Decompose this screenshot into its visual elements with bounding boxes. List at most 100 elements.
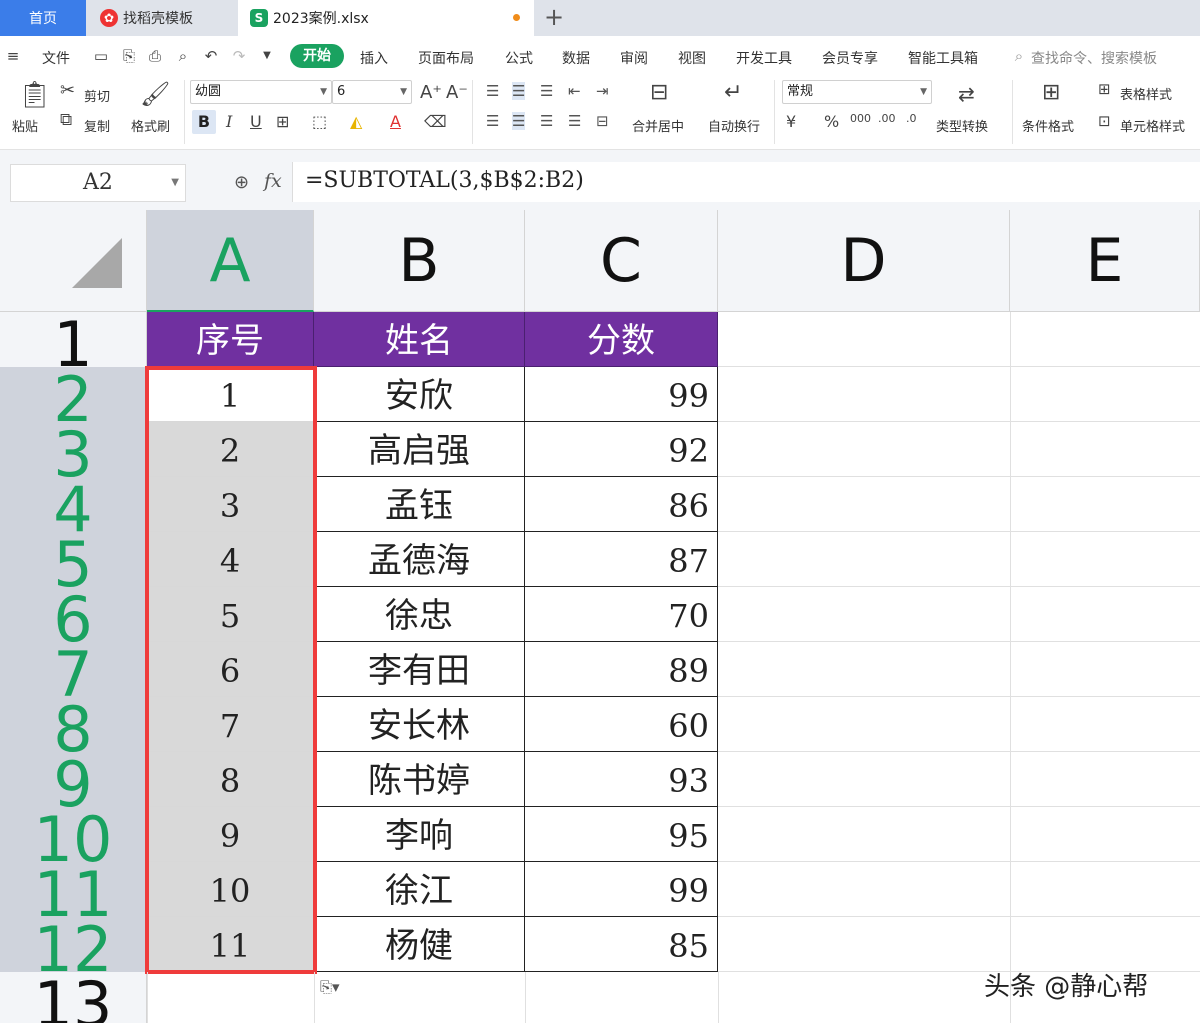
cell-score[interactable]: 60 bbox=[525, 697, 718, 752]
align-left-icon[interactable]: ☰ bbox=[486, 112, 499, 130]
row-header-12[interactable]: 12 bbox=[0, 917, 147, 972]
formula-input[interactable]: =SUBTOTAL(3,$B$2:B2) bbox=[292, 162, 1200, 202]
conditional-format-button[interactable]: 条件格式 bbox=[1022, 116, 1074, 135]
eraser-icon[interactable]: ⌫ bbox=[424, 112, 447, 131]
cell-sequence[interactable]: 9 bbox=[147, 807, 314, 862]
menu-smart-tools[interactable]: 智能工具箱 bbox=[908, 48, 978, 68]
currency-icon[interactable]: ¥ bbox=[786, 112, 796, 131]
paste-icon[interactable]: 📋︎ bbox=[18, 80, 51, 110]
underline-icon[interactable]: U bbox=[250, 112, 262, 131]
fx-icon[interactable]: fx bbox=[264, 170, 282, 192]
align-center-icon[interactable]: ☰ bbox=[512, 112, 526, 130]
header-cell[interactable]: 分数 bbox=[525, 312, 718, 367]
italic-icon[interactable]: I bbox=[226, 112, 232, 131]
cell-score[interactable]: 86 bbox=[525, 477, 718, 532]
cell-sequence[interactable]: 7 bbox=[147, 697, 314, 752]
redo-icon[interactable]: ↷ bbox=[230, 47, 248, 65]
print-preview-icon[interactable]: ⌕ bbox=[174, 47, 192, 65]
cell-sequence[interactable]: 5 bbox=[147, 587, 314, 642]
align-middle-icon[interactable]: ☰ bbox=[512, 82, 526, 100]
bold-button[interactable]: B bbox=[192, 110, 216, 134]
wrap-text-button[interactable]: 自动换行 bbox=[708, 116, 760, 135]
convert-type-button[interactable]: 类型转换 bbox=[936, 116, 988, 135]
row-header-5[interactable]: 5 bbox=[0, 532, 147, 587]
cell-score[interactable]: 70 bbox=[525, 587, 718, 642]
row-header-6[interactable]: 6 bbox=[0, 587, 147, 642]
percent-icon[interactable]: % bbox=[824, 112, 839, 131]
cell-score[interactable]: 87 bbox=[525, 532, 718, 587]
increase-decimal-icon[interactable]: .00 bbox=[878, 112, 896, 125]
menu-formula[interactable]: 公式 bbox=[505, 48, 533, 68]
cell-score[interactable]: 99 bbox=[525, 862, 718, 917]
border-icon[interactable]: ⊞ bbox=[276, 112, 289, 131]
increase-font-icon[interactable]: A⁺ bbox=[420, 82, 442, 103]
fill-color-icon[interactable]: ◭ bbox=[350, 112, 362, 131]
cell-name[interactable]: 安欣 bbox=[314, 367, 525, 422]
cell-name[interactable]: 李响 bbox=[314, 807, 525, 862]
cell-sequence[interactable]: 2 bbox=[147, 422, 314, 477]
distribute-icon[interactable]: ⊟ bbox=[596, 112, 609, 130]
spreadsheet-grid[interactable]: ABCDE 1 2 3 4 5 6 7 8 9 10 11 12 13 序号 姓名 分数 1 安欣 99 2 高启强 9… bbox=[0, 210, 1200, 1023]
command-search[interactable]: 查找命令、搜索模板 bbox=[1031, 48, 1157, 68]
save-icon[interactable]: ▭ bbox=[92, 47, 110, 65]
cell-name[interactable]: 徐忠 bbox=[314, 587, 525, 642]
convert-icon[interactable]: ⇄ bbox=[958, 82, 975, 106]
cell-sequence[interactable]: 4 bbox=[147, 532, 314, 587]
row-header-2[interactable]: 2 bbox=[0, 367, 147, 422]
undo-icon[interactable]: ↶ bbox=[202, 47, 220, 65]
menu-member[interactable]: 会员专享 bbox=[822, 48, 878, 68]
decrease-font-icon[interactable]: A⁻ bbox=[446, 82, 468, 103]
cell-score[interactable]: 93 bbox=[525, 752, 718, 807]
font-size-select[interactable]: 6 ▼ bbox=[332, 80, 412, 104]
print-icon[interactable]: ⎙ bbox=[146, 47, 164, 65]
format-painter-button[interactable]: 格式刷 bbox=[131, 116, 170, 135]
cell-score[interactable]: 95 bbox=[525, 807, 718, 862]
cell-score[interactable]: 89 bbox=[525, 642, 718, 697]
align-top-icon[interactable]: ☰ bbox=[486, 82, 499, 100]
cut-button[interactable]: 剪切 bbox=[84, 86, 110, 105]
row-header-10[interactable]: 10 bbox=[0, 807, 147, 862]
cell-name[interactable]: 杨健 bbox=[314, 917, 525, 972]
column-header-d[interactable]: D bbox=[718, 210, 1010, 312]
copy-button[interactable]: 复制 bbox=[84, 116, 110, 135]
cell-style-button[interactable]: 单元格样式 bbox=[1120, 116, 1185, 135]
new-tab-button[interactable]: + bbox=[544, 3, 564, 31]
column-header-c[interactable]: C bbox=[525, 210, 718, 312]
fill-format-icon[interactable]: ⬚ bbox=[312, 112, 327, 131]
row-header-13[interactable]: 13 bbox=[0, 972, 147, 1023]
scissors-icon[interactable]: ✂ bbox=[60, 80, 75, 101]
menu-data[interactable]: 数据 bbox=[562, 48, 590, 68]
thousands-icon[interactable]: 000 bbox=[850, 112, 871, 125]
header-cell[interactable]: 姓名 bbox=[314, 312, 525, 367]
row-header-1[interactable]: 1 bbox=[0, 312, 147, 367]
header-cell[interactable]: 序号 bbox=[147, 312, 314, 367]
format-painter-icon[interactable]: 🖌︎ bbox=[140, 80, 170, 108]
conditional-format-icon[interactable]: ⊞ bbox=[1042, 80, 1060, 105]
hamburger-icon[interactable]: ≡ bbox=[4, 47, 22, 65]
row-header-9[interactable]: 9 bbox=[0, 752, 147, 807]
cell-name[interactable]: 安长林 bbox=[314, 697, 525, 752]
tab-workbook[interactable]: S 2023案例.xlsx bbox=[238, 0, 534, 36]
font-name-select[interactable]: 幼圆 ▼ bbox=[190, 80, 332, 104]
indent-decrease-icon[interactable]: ⇤ bbox=[568, 82, 581, 100]
indent-increase-icon[interactable]: ⇥ bbox=[596, 82, 609, 100]
column-header-a[interactable]: A bbox=[147, 210, 314, 312]
zoom-icon[interactable]: ⊕ bbox=[234, 172, 249, 193]
cell-style-icon[interactable]: ⊡ bbox=[1098, 112, 1111, 130]
table-style-icon[interactable]: ⊞ bbox=[1098, 80, 1111, 98]
menu-review[interactable]: 审阅 bbox=[620, 48, 648, 68]
menu-dev-tools[interactable]: 开发工具 bbox=[736, 48, 792, 68]
decrease-decimal-icon[interactable]: .0 bbox=[906, 112, 917, 125]
merge-icon[interactable]: ⊟ bbox=[650, 80, 668, 105]
paste-options-icon[interactable]: ⎘▾ bbox=[320, 978, 340, 996]
menu-page-layout[interactable]: 页面布局 bbox=[418, 48, 474, 68]
paste-button[interactable]: 粘贴 bbox=[12, 116, 38, 135]
cell-sequence[interactable]: 11 bbox=[147, 917, 314, 972]
align-right-icon[interactable]: ☰ bbox=[540, 112, 553, 130]
chevron-down-icon[interactable]: ▼ bbox=[258, 47, 276, 65]
column-header-b[interactable]: B bbox=[314, 210, 525, 312]
menu-file[interactable]: 文件 bbox=[42, 48, 70, 68]
cell-score[interactable]: 99 bbox=[525, 367, 718, 422]
menu-insert[interactable]: 插入 bbox=[360, 48, 388, 68]
row-header-3[interactable]: 3 bbox=[0, 422, 147, 477]
